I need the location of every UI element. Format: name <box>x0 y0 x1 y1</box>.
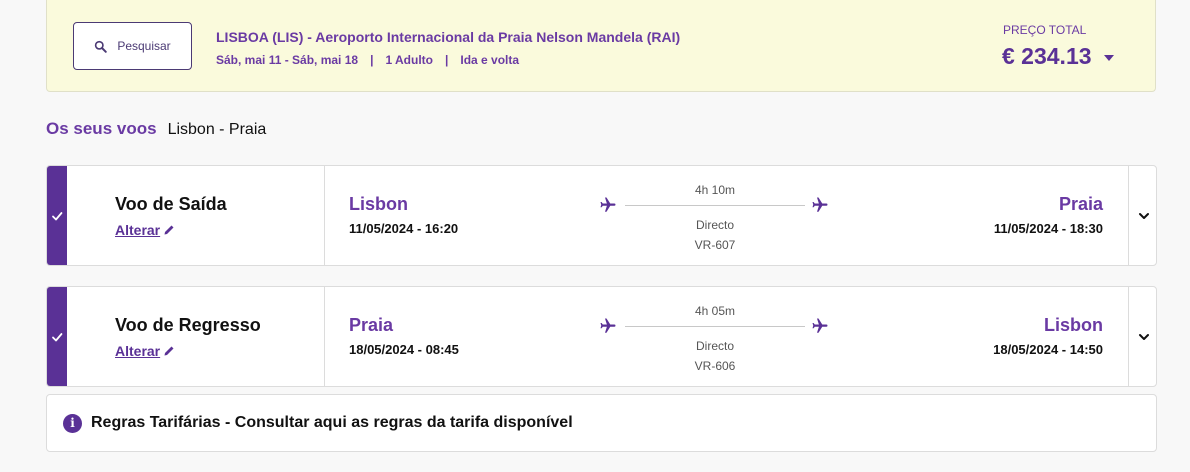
meta-separator: | <box>445 53 449 67</box>
arrival-datetime: 11/05/2024 - 18:30 <box>993 221 1103 236</box>
flight-duration: 4h 05m <box>694 304 736 318</box>
flights-heading: Os seus voos Lisbon - Praia <box>46 119 266 139</box>
chevron-down-icon <box>1138 212 1149 219</box>
chevron-down-icon <box>1138 333 1149 340</box>
flight-number: VR-607 <box>694 238 736 252</box>
destination-city: Praia <box>1058 194 1103 214</box>
airplane-icon <box>599 317 617 340</box>
total-price-label: PREÇO TOTAL <box>1003 23 1087 37</box>
change-return-link[interactable]: Alterar <box>115 343 175 359</box>
return-flight-card: Voo de Regresso Alterar Praia 18/05/2024… <box>46 286 1157 387</box>
route-line <box>625 205 805 206</box>
airplane-icon <box>811 196 829 219</box>
arrival-datetime: 18/05/2024 - 14:50 <box>993 342 1103 357</box>
flights-heading-route: Lisbon - Praia <box>167 121 267 138</box>
origin-city: Praia <box>349 315 394 335</box>
leg-title: Voo de Saída <box>115 194 227 214</box>
pencil-icon <box>164 225 174 235</box>
fare-rules-text: Regras Tarifárias - Consultar aqui as re… <box>91 414 573 431</box>
flight-stops: Directo <box>695 339 734 353</box>
departure-datetime: 18/05/2024 - 08:45 <box>349 342 459 357</box>
expand-flight-button[interactable] <box>1129 287 1156 386</box>
selected-indicator <box>47 287 67 386</box>
leg-title: Voo de Regresso <box>115 315 261 335</box>
change-outbound-link[interactable]: Alterar <box>115 222 175 238</box>
check-icon <box>52 332 63 341</box>
flight-duration: 4h 10m <box>694 183 736 197</box>
flights-heading-label: Os seus voos <box>46 119 157 138</box>
expand-flight-button[interactable] <box>1129 166 1156 265</box>
airplane-icon <box>599 196 617 219</box>
airplane-icon <box>811 317 829 340</box>
info-icon: i <box>63 413 82 433</box>
meta-separator: | <box>370 53 374 67</box>
pencil-icon <box>164 346 174 356</box>
search-icon <box>95 40 108 53</box>
route-title: LISBOA (LIS) - Aeroporto Internacional d… <box>216 29 681 45</box>
check-icon <box>52 211 63 220</box>
search-button[interactable]: Pesquisar <box>73 22 192 70</box>
route-meta: Sáb, mai 11 - Sáb, mai 18 | 1 Adulto | I… <box>216 53 519 67</box>
selected-indicator <box>47 166 67 265</box>
flight-stops: Directo <box>695 218 734 232</box>
change-link-label: Alterar <box>115 222 161 238</box>
fare-rules-link[interactable]: i Regras Tarifárias - Consultar aqui as … <box>46 394 1157 452</box>
change-link-label: Alterar <box>115 343 161 359</box>
total-price-value: € 234.13 <box>1002 43 1092 69</box>
passenger-count: 1 Adulto <box>385 53 433 67</box>
card-divider <box>324 287 325 386</box>
destination-city: Lisbon <box>1044 315 1103 335</box>
caret-down-icon <box>1103 55 1114 61</box>
departure-datetime: 11/05/2024 - 16:20 <box>349 221 459 236</box>
search-button-label: Pesquisar <box>117 39 171 53</box>
outbound-flight-card: Voo de Saída Alterar Lisbon 11/05/2024 -… <box>46 165 1157 266</box>
trip-type: Ida e volta <box>460 53 520 67</box>
route-line <box>625 326 805 327</box>
search-summary: Pesquisar LISBOA (LIS) - Aeroporto Inter… <box>46 0 1156 92</box>
origin-city: Lisbon <box>349 194 408 214</box>
total-price-toggle[interactable]: € 234.13 <box>1002 43 1114 70</box>
card-divider <box>324 166 325 265</box>
flight-number: VR-606 <box>694 359 736 373</box>
travel-dates: Sáb, mai 11 - Sáb, mai 18 <box>216 53 359 67</box>
